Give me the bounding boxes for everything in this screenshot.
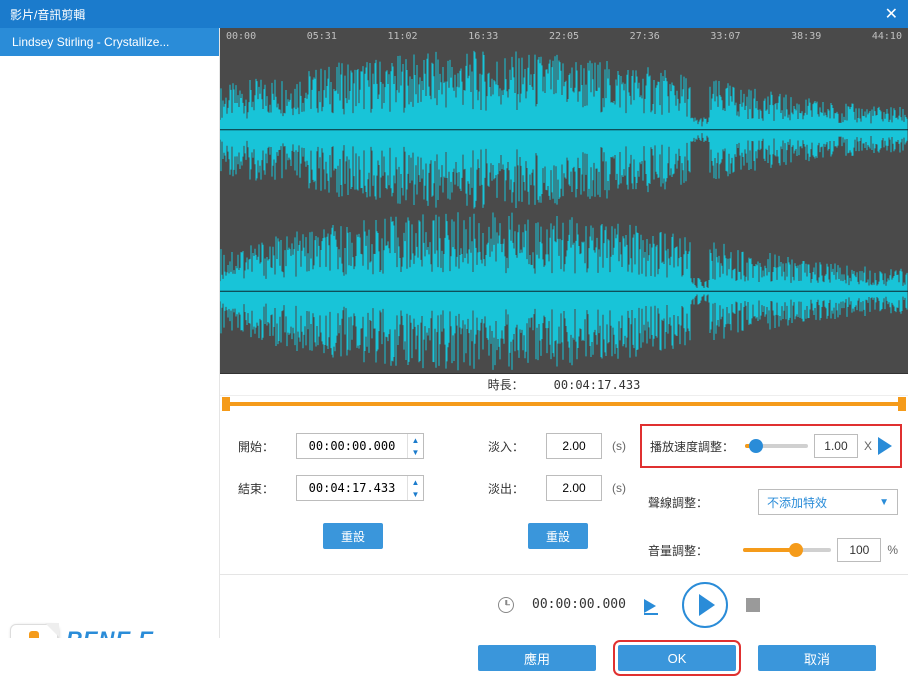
mark-in-icon[interactable] — [644, 597, 664, 613]
timeline-tick: 44:10 — [872, 31, 902, 42]
chevron-up-icon[interactable]: ▲ — [408, 476, 423, 488]
fadein-unit: (s) — [612, 439, 626, 453]
start-time-field[interactable] — [297, 434, 407, 458]
end-time-input[interactable]: ▲▼ — [296, 475, 424, 501]
close-icon[interactable]: ✕ — [885, 4, 898, 24]
end-label: 結束： — [238, 480, 286, 497]
spinner-arrows[interactable]: ▲▼ — [407, 476, 423, 500]
end-time-field[interactable] — [297, 476, 407, 500]
waveform-display[interactable] — [220, 44, 908, 374]
sidebar: Lindsey Stirling - Crystallize... — [0, 28, 220, 638]
stop-button[interactable] — [746, 598, 760, 612]
timeline-ruler[interactable]: 00:00 05:31 11:02 16:33 22:05 27:36 33:0… — [220, 28, 908, 44]
start-label: 開始： — [238, 438, 286, 455]
chevron-down-icon[interactable]: ▼ — [408, 488, 423, 500]
timeline-tick: 11:02 — [387, 31, 417, 42]
slider-thumb[interactable] — [749, 439, 763, 453]
titlebar: 影片/音訊剪輯 ✕ — [0, 0, 908, 28]
start-time-input[interactable]: ▲▼ — [296, 433, 424, 459]
range-handle-end[interactable] — [898, 397, 906, 411]
controls-panel: 開始： ▲▼ 結束： ▲▼ 重設 — [220, 414, 908, 574]
chevron-down-icon[interactable]: ▼ — [408, 446, 423, 458]
volume-label: 音量調整： — [648, 542, 733, 559]
footer: 應用 OK 取消 — [0, 638, 908, 678]
duration-bar: 時長： 00:04:17.433 — [220, 374, 908, 396]
apply-button[interactable]: 應用 — [478, 645, 596, 671]
fadein-input[interactable] — [546, 433, 602, 459]
fadeout-unit: (s) — [612, 481, 626, 495]
speed-unit: X — [864, 439, 872, 453]
timeline-tick: 27:36 — [630, 31, 660, 42]
timeline-tick: 38:39 — [791, 31, 821, 42]
fadeout-label: 淡出： — [488, 480, 536, 497]
sidebar-item-label: Lindsey Stirling - Crystallize... — [12, 35, 169, 49]
timeline-tick: 22:05 — [549, 31, 579, 42]
fadeout-input[interactable] — [546, 475, 602, 501]
main-panel: 00:00 05:31 11:02 16:33 22:05 27:36 33:0… — [220, 28, 908, 638]
play-icon — [699, 594, 715, 616]
voice-select[interactable]: 不添加特效 ▼ — [758, 489, 898, 515]
volume-value: 100 — [837, 538, 881, 562]
chevron-up-icon[interactable]: ▲ — [408, 434, 423, 446]
timeline-tick: 00:00 — [226, 31, 256, 42]
voice-label: 聲線調整： — [648, 494, 733, 511]
duration-label: 時長： — [488, 376, 524, 393]
preview-play-icon[interactable] — [878, 437, 892, 455]
range-handle-start[interactable] — [222, 397, 230, 411]
volume-slider[interactable] — [743, 548, 831, 552]
timeline-tick: 16:33 — [468, 31, 498, 42]
timeline-tick: 33:07 — [710, 31, 740, 42]
duration-value: 00:04:17.433 — [554, 378, 641, 392]
chevron-down-icon: ▼ — [879, 497, 889, 508]
playhead-time: 00:00:00.000 — [532, 597, 626, 612]
reset-fade-button[interactable]: 重設 — [528, 523, 588, 549]
speed-label: 播放速度調整： — [650, 438, 735, 455]
reset-time-button[interactable]: 重設 — [323, 523, 383, 549]
speed-value: 1.00 — [814, 434, 858, 458]
timeline-tick: 05:31 — [307, 31, 337, 42]
volume-unit: % — [887, 543, 898, 557]
window-title: 影片/音訊剪輯 — [10, 6, 85, 23]
speed-slider[interactable] — [745, 444, 808, 448]
clock-icon — [498, 597, 514, 613]
sidebar-item-track[interactable]: Lindsey Stirling - Crystallize... — [0, 28, 219, 56]
speed-highlight: 播放速度調整： 1.00 X — [640, 424, 902, 468]
play-button[interactable] — [682, 582, 728, 628]
slider-thumb[interactable] — [789, 543, 803, 557]
range-selector[interactable] — [220, 396, 908, 414]
voice-select-value: 不添加特效 — [767, 494, 827, 511]
range-track — [226, 402, 902, 406]
playbar: 00:00:00.000 — [220, 574, 908, 634]
spinner-arrows[interactable]: ▲▼ — [407, 434, 423, 458]
ok-button[interactable]: OK — [618, 645, 736, 671]
fadein-label: 淡入： — [488, 438, 536, 455]
cancel-button[interactable]: 取消 — [758, 645, 876, 671]
